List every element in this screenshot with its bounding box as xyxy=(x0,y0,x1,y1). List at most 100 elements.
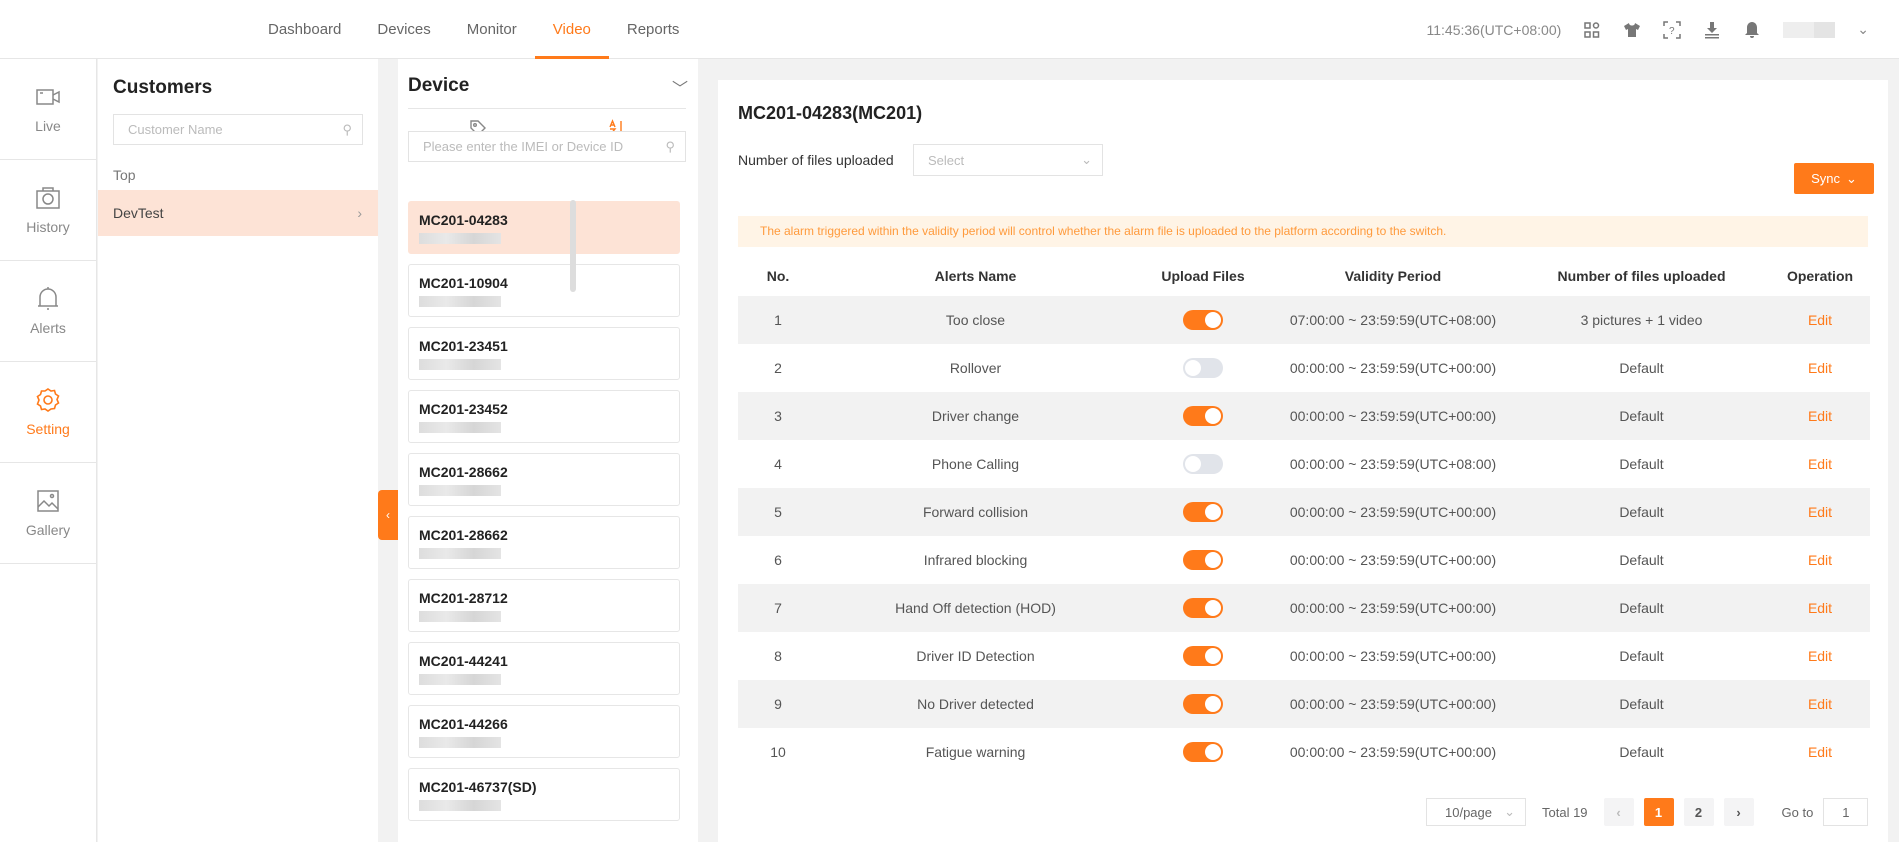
upload-toggle[interactable] xyxy=(1183,742,1223,762)
image-icon xyxy=(37,490,59,512)
edit-link[interactable]: Edit xyxy=(1808,360,1832,376)
sidebar-item-setting[interactable]: Setting xyxy=(0,362,96,463)
edit-link[interactable]: Edit xyxy=(1808,456,1832,472)
device-card[interactable]: MC201-28662 xyxy=(408,453,680,506)
device-card[interactable]: MC201-23452 xyxy=(408,390,680,443)
table-row: 5 Forward collision 00:00:00 ~ 23:59:59(… xyxy=(738,488,1870,536)
nav-reports[interactable]: Reports xyxy=(609,0,698,59)
validity-period: 00:00:00 ~ 23:59:59(UTC+00:00) xyxy=(1289,744,1497,760)
search-icon[interactable]: ⚲ xyxy=(342,122,352,138)
download-icon[interactable] xyxy=(1703,21,1721,39)
table-row: 6 Infrared blocking 00:00:00 ~ 23:59:59(… xyxy=(738,536,1870,584)
device-card[interactable]: MC201-44241 xyxy=(408,642,680,695)
nav-dashboard[interactable]: Dashboard xyxy=(250,0,359,59)
validity-period: 00:00:00 ~ 23:59:59(UTC+08:00) xyxy=(1289,456,1497,472)
prev-page-button[interactable]: ‹ xyxy=(1603,798,1634,826)
upload-toggle[interactable] xyxy=(1183,646,1223,666)
shirt-icon[interactable] xyxy=(1623,21,1641,39)
device-imei-redacted xyxy=(419,737,501,748)
device-id: MC201-23452 xyxy=(419,401,508,417)
chevron-down-icon: ⌄ xyxy=(1504,804,1515,819)
col-upload-files: Upload Files xyxy=(1161,268,1245,284)
chevron-down-icon: ⌄ xyxy=(1081,152,1092,167)
sidebar-item-alerts[interactable]: Alerts xyxy=(0,261,96,362)
validity-period: 00:00:00 ~ 23:59:59(UTC+00:00) xyxy=(1289,360,1497,376)
upload-toggle[interactable] xyxy=(1183,694,1223,714)
upload-toggle[interactable] xyxy=(1183,454,1223,474)
sidebar-item-gallery[interactable]: Gallery xyxy=(0,463,96,564)
device-card[interactable]: MC201-44266 xyxy=(408,705,680,758)
nav-monitor[interactable]: Monitor xyxy=(449,0,535,59)
col-operation: Operation xyxy=(1786,268,1854,284)
sidebar-item-live[interactable]: Live xyxy=(0,59,96,160)
collapse-panel-button[interactable]: ‹ xyxy=(378,490,398,540)
device-list-scrollbar[interactable] xyxy=(570,200,576,292)
edit-link[interactable]: Edit xyxy=(1808,696,1832,712)
files-uploaded: Default xyxy=(1619,456,1664,472)
device-card[interactable]: MC201-04283 xyxy=(408,201,680,254)
upload-toggle[interactable] xyxy=(1183,310,1223,330)
device-card[interactable]: MC201-10904 xyxy=(408,264,680,317)
nav-video[interactable]: Video xyxy=(534,0,609,59)
device-imei-redacted xyxy=(419,611,501,622)
device-card[interactable]: MC201-28662 xyxy=(408,516,680,569)
upload-toggle[interactable] xyxy=(1183,550,1223,570)
device-id: MC201-23451 xyxy=(419,338,508,354)
svg-text:?: ? xyxy=(1669,26,1675,37)
help-scan-icon[interactable]: ? xyxy=(1663,20,1682,39)
upload-toggle[interactable] xyxy=(1183,502,1223,522)
customer-item-devtest[interactable]: DevTest › xyxy=(98,190,378,236)
device-card[interactable]: MC201-28712 xyxy=(408,579,680,632)
edit-link[interactable]: Edit xyxy=(1808,600,1832,616)
row-no: 1 xyxy=(738,296,818,344)
col-files-uploaded: Number of files uploaded xyxy=(1557,268,1726,284)
upload-toggle[interactable] xyxy=(1183,358,1223,378)
device-search-field[interactable]: Please enter the IMEI or Device ID ⚲ xyxy=(408,131,686,162)
sync-button[interactable]: Sync ⌄ xyxy=(1794,163,1874,194)
bell-icon[interactable] xyxy=(1743,21,1761,39)
upload-toggle[interactable] xyxy=(1183,598,1223,618)
edit-link[interactable]: Edit xyxy=(1808,648,1832,664)
search-icon[interactable]: ⚲ xyxy=(665,139,675,155)
alert-name: Too close xyxy=(818,296,1133,344)
customer-search-input[interactable]: Customer Name ⚲ xyxy=(113,114,363,145)
edit-link[interactable]: Edit xyxy=(1808,744,1832,760)
files-uploaded-select[interactable]: Select ⌄ xyxy=(913,144,1103,176)
table-row: 4 Phone Calling 00:00:00 ~ 23:59:59(UTC+… xyxy=(738,440,1870,488)
chevron-down-icon[interactable]: ﹀ xyxy=(672,75,688,99)
nav-devices[interactable]: Devices xyxy=(359,0,448,59)
upload-toggle[interactable] xyxy=(1183,406,1223,426)
alert-name: Phone Calling xyxy=(931,456,1020,472)
table-row: 1 Too close 07:00:00 ~ 23:59:59(UTC+08:0… xyxy=(738,296,1870,344)
device-card[interactable]: MC201-46737(SD) xyxy=(408,768,680,821)
page-size-select[interactable]: 10/page ⌄ xyxy=(1426,798,1526,826)
validity-period: 00:00:00 ~ 23:59:59(UTC+00:00) xyxy=(1273,488,1513,536)
edit-link[interactable]: Edit xyxy=(1808,504,1832,520)
files-uploaded: Default xyxy=(1513,392,1770,440)
device-id: MC201-10904 xyxy=(419,275,508,291)
user-avatar[interactable] xyxy=(1783,21,1836,38)
device-imei-redacted xyxy=(419,800,501,811)
validity-period: 00:00:00 ~ 23:59:59(UTC+00:00) xyxy=(1273,680,1513,728)
customer-group-top[interactable]: Top xyxy=(113,167,136,183)
next-page-button[interactable]: › xyxy=(1723,798,1754,826)
edit-link[interactable]: Edit xyxy=(1808,408,1832,424)
apps-icon[interactable] xyxy=(1583,21,1601,39)
row-no: 8 xyxy=(774,648,782,664)
page-2-button[interactable]: 2 xyxy=(1683,798,1714,826)
alert-name: Driver ID Detection xyxy=(916,648,1035,664)
customers-title: Customers xyxy=(113,77,213,98)
edit-link[interactable]: Edit xyxy=(1808,552,1832,568)
sidebar: Live History Alerts Setting Gallery xyxy=(0,59,97,842)
sidebar-item-history[interactable]: History xyxy=(0,160,96,261)
gear-icon xyxy=(36,388,60,412)
row-no: 5 xyxy=(738,488,818,536)
chevron-down-icon[interactable]: ⌄ xyxy=(1857,21,1869,38)
device-id: MC201-46737(SD) xyxy=(419,779,537,795)
table-row: 10 Fatigue warning 00:00:00 ~ 23:59:59(U… xyxy=(738,728,1870,776)
edit-link[interactable]: Edit xyxy=(1808,312,1832,328)
goto-page-input[interactable]: 1 xyxy=(1823,798,1869,826)
settings-panel: MC201-04283(MC201) Number of files uploa… xyxy=(718,80,1888,842)
device-card[interactable]: MC201-23451 xyxy=(408,327,680,380)
page-1-button[interactable]: 1 xyxy=(1643,798,1674,826)
